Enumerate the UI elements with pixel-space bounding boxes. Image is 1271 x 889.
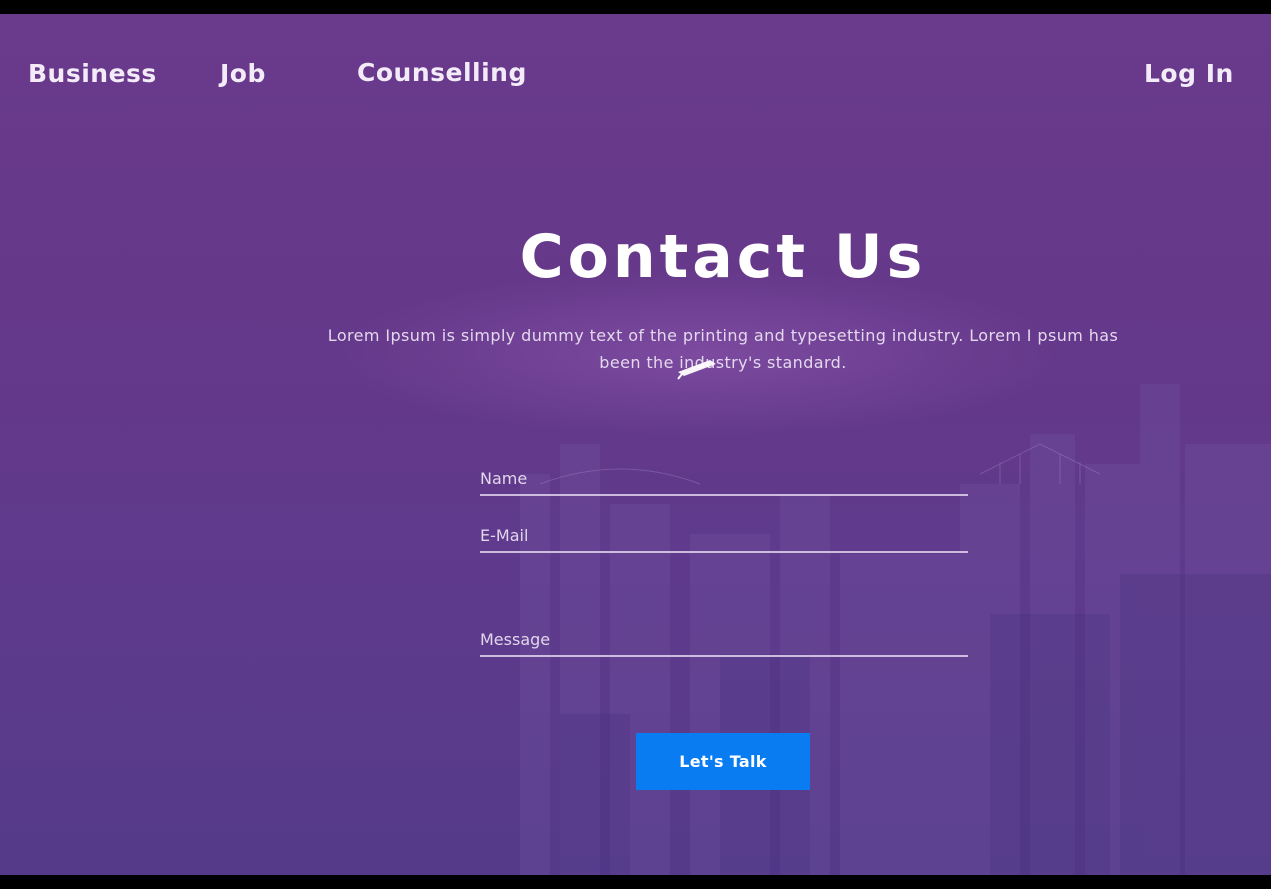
name-input[interactable] <box>480 464 968 492</box>
mouse-pointer-icon <box>677 360 716 380</box>
message-field-wrapper <box>480 625 968 657</box>
nav-item-business[interactable]: Business <box>28 59 157 88</box>
name-field-wrapper <box>480 464 968 496</box>
page-subtitle: Lorem Ipsum is simply dummy text of the … <box>327 326 1119 372</box>
message-input[interactable] <box>480 625 968 653</box>
lets-talk-button[interactable]: Let's Talk <box>636 733 810 790</box>
contact-page: Business Job Counselling Log In Contact … <box>0 14 1271 875</box>
email-input[interactable] <box>480 521 968 549</box>
nav-item-counselling[interactable]: Counselling <box>357 58 527 87</box>
screen-frame: Business Job Counselling Log In Contact … <box>0 0 1271 889</box>
page-title: Contact Us <box>519 222 927 292</box>
login-link[interactable]: Log In <box>1144 59 1234 88</box>
email-field-wrapper <box>480 521 968 553</box>
nav-item-job[interactable]: Job <box>220 59 266 88</box>
